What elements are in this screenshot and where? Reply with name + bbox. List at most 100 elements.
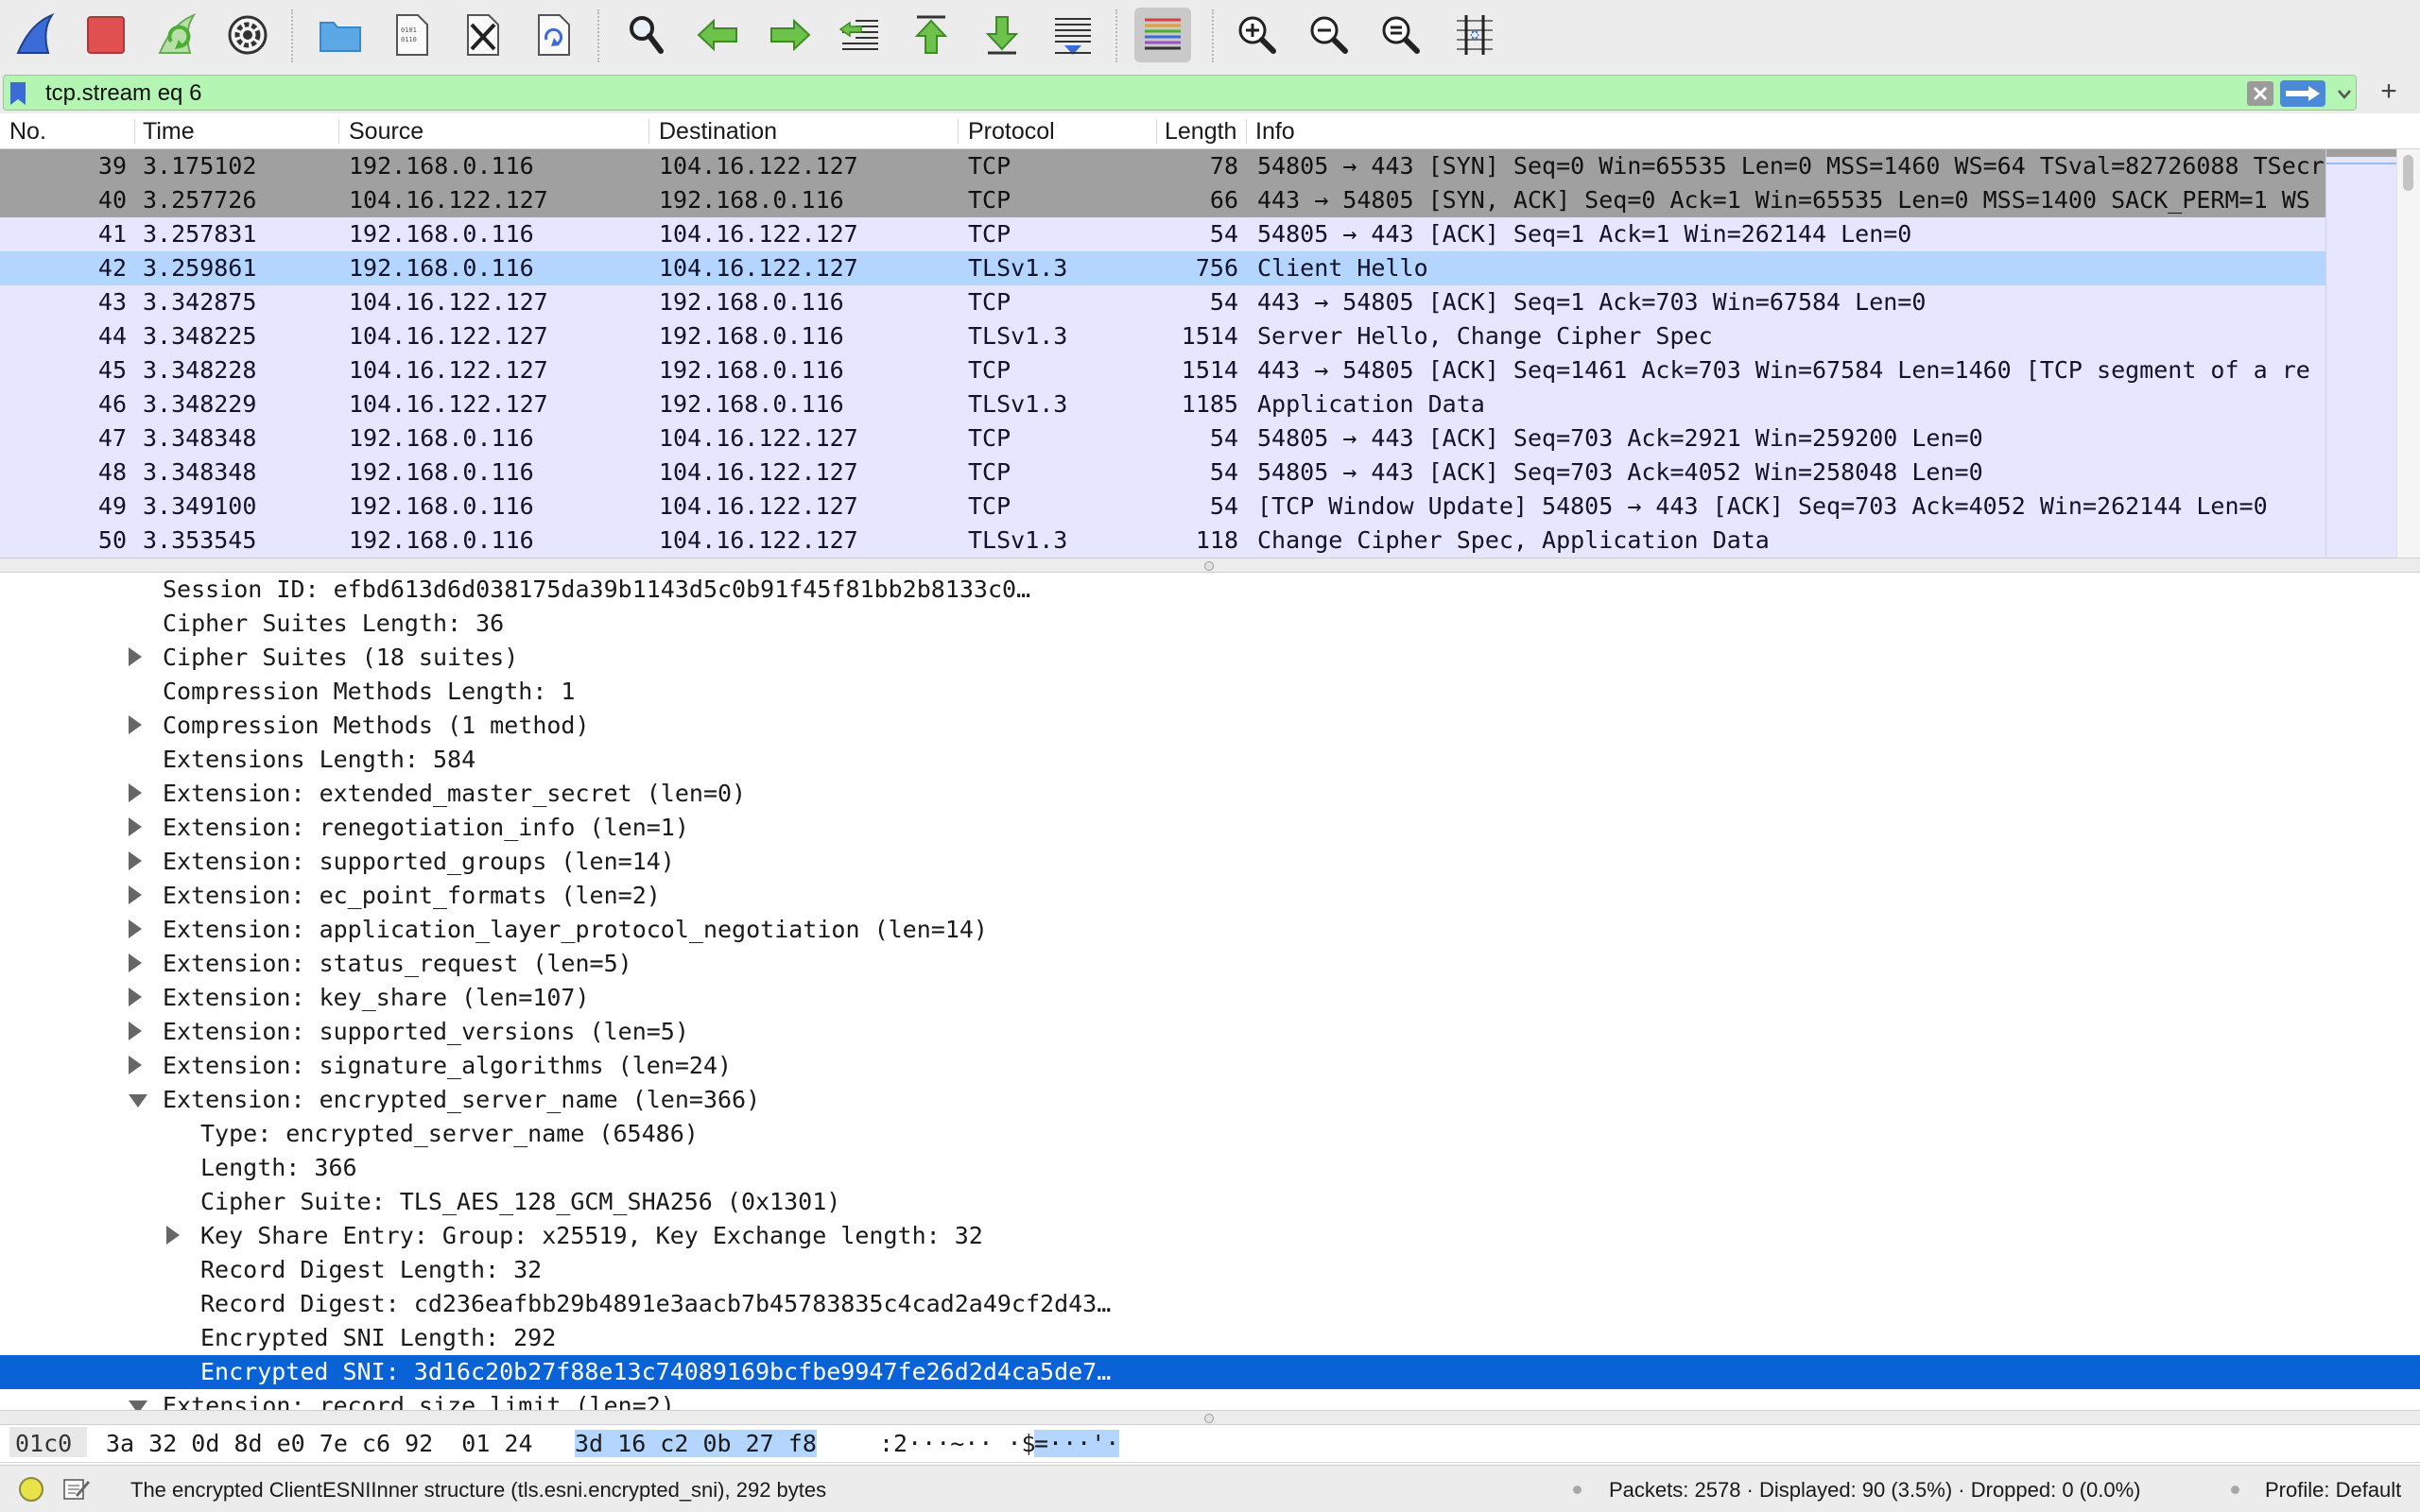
collapsed-triangle-icon[interactable] (129, 817, 142, 836)
zoom-in-icon[interactable] (1229, 8, 1286, 62)
zoom-out-icon[interactable] (1301, 8, 1357, 62)
tree-item[interactable]: Extensions Length: 584 (0, 743, 2420, 777)
column-header-info[interactable]: Info (1255, 118, 1295, 146)
apply-filter-icon[interactable] (2280, 80, 2325, 107)
column-header-destination[interactable]: Destination (659, 118, 777, 146)
tree-item[interactable]: Cipher Suites (18 suites) (0, 641, 2420, 675)
table-row[interactable]: 48 3.348348 192.168.0.116 104.16.122.127 TCP… (0, 455, 2325, 490)
resize-columns-icon[interactable] (1446, 8, 1503, 62)
tree-item[interactable]: Compression Methods (1 method) (0, 709, 2420, 743)
table-row[interactable]: 47 3.348348 192.168.0.116 104.16.122.127 TCP… (0, 421, 2325, 455)
column-header-no[interactable]: No. (9, 118, 46, 146)
go-forward-icon[interactable] (761, 8, 818, 62)
collapsed-triangle-icon[interactable] (129, 885, 142, 904)
tree-item[interactable]: Extension: supported_versions (len=5) (0, 1015, 2420, 1049)
hex-bytes[interactable]: 3a 32 0d 8d e0 7e c6 92 01 24 (106, 1430, 533, 1457)
bookmark-icon[interactable] (8, 81, 30, 106)
tree-item[interactable]: Extension: renegotiation_info (len=1) (0, 811, 2420, 845)
close-file-icon[interactable] (454, 8, 510, 62)
tree-item[interactable]: Key Share Entry: Group: x25519, Key Exch… (0, 1219, 2420, 1253)
normal-size-icon[interactable] (1373, 8, 1429, 62)
tree-item[interactable]: Length: 366 (0, 1151, 2420, 1185)
tree-item[interactable]: Record Digest Length: 32 (0, 1253, 2420, 1287)
pane-splitter[interactable] (0, 1410, 2420, 1425)
go-back-icon[interactable] (690, 8, 747, 62)
scrollbar-thumb[interactable] (2403, 155, 2413, 191)
collapsed-triangle-icon[interactable] (129, 988, 142, 1006)
column-header-time[interactable]: Time (143, 118, 195, 146)
collapsed-triangle-icon[interactable] (129, 715, 142, 734)
column-header-protocol[interactable]: Protocol (968, 118, 1055, 146)
tree-item[interactable]: Extension: signature_algorithms (len=24) (0, 1049, 2420, 1083)
tree-item[interactable]: Extension: supported_groups (len=14) (0, 845, 2420, 879)
column-header-length[interactable]: Length (1165, 118, 1240, 146)
packet-bytes-pane: 01c0 3a 32 0d 8d e0 7e c6 92 01 24 3d 16… (0, 1425, 2420, 1463)
table-row[interactable]: 40 3.257726 104.16.122.127 192.168.0.116 TCP… (0, 183, 2325, 217)
table-row[interactable]: 50 3.353545 192.168.0.116 104.16.122.127 TLS… (0, 524, 2325, 558)
restart-capture-icon[interactable] (149, 8, 206, 62)
table-row[interactable]: 39 3.175102 192.168.0.116 104.16.122.127 TCP… (0, 149, 2325, 183)
capture-options-icon[interactable] (219, 8, 276, 62)
expert-info-icon[interactable] (19, 1477, 43, 1502)
reload-file-icon[interactable] (525, 8, 581, 62)
tree-item[interactable]: Cipher Suite: TLS_AES_128_GCM_SHA256 (0x… (0, 1185, 2420, 1219)
tree-item[interactable]: Encrypted SNI: 3d16c20b27f88e13c74089169… (0, 1355, 2420, 1389)
save-file-icon[interactable]: 0101 0110 (383, 8, 440, 62)
expanded-triangle-icon[interactable] (129, 1094, 147, 1108)
expanded-triangle-icon[interactable] (129, 1400, 147, 1410)
colorize-icon[interactable] (1134, 8, 1191, 62)
collapsed-triangle-icon[interactable] (166, 1226, 180, 1245)
table-row[interactable]: 49 3.349100 192.168.0.116 104.16.122.127 TCP… (0, 490, 2325, 524)
collapsed-triangle-icon[interactable] (129, 851, 142, 870)
profile-selector[interactable]: Profile: Default (2265, 1478, 2401, 1503)
collapsed-triangle-icon[interactable] (129, 1056, 142, 1074)
tree-item[interactable]: Type: encrypted_server_name (65486) (0, 1117, 2420, 1151)
open-file-icon[interactable] (312, 8, 369, 62)
packet-minimap[interactable] (2325, 149, 2397, 558)
column-header-source[interactable]: Source (349, 118, 424, 146)
tree-item[interactable]: Extension: extended_master_secret (len=0… (0, 777, 2420, 811)
auto-scroll-icon[interactable] (1045, 8, 1101, 62)
first-packet-icon[interactable] (903, 8, 959, 62)
collapsed-triangle-icon[interactable] (129, 783, 142, 802)
tree-item[interactable]: Cipher Suites Length: 36 (0, 607, 2420, 641)
stop-capture-icon[interactable] (78, 8, 134, 62)
ascii-bytes[interactable]: :2···~·· ·$ (879, 1430, 1036, 1457)
find-packet-icon[interactable] (618, 8, 675, 62)
hex-bytes-highlighted[interactable]: 3d 16 c2 0b 27 f8 (575, 1430, 817, 1457)
tree-item[interactable]: Extension: record_size_limit (len=2) (0, 1389, 2420, 1410)
display-filter-input[interactable] (45, 79, 2220, 108)
tree-item[interactable]: Extension: encrypted_server_name (len=36… (0, 1083, 2420, 1117)
tree-item[interactable]: Encrypted SNI Length: 292 (0, 1321, 2420, 1355)
tree-item-label: Cipher Suites (18 suites) (163, 644, 519, 671)
collapsed-triangle-icon[interactable] (129, 1022, 142, 1040)
clear-filter-icon[interactable] (2247, 81, 2273, 106)
cell-info: [TCP Window Update] 54805 → 443 [ACK] Se… (1257, 492, 2268, 520)
add-filter-button[interactable]: + (2375, 77, 2403, 106)
tree-item[interactable]: Extension: status_request (len=5) (0, 947, 2420, 981)
table-row[interactable]: 42 3.259861 192.168.0.116 104.16.122.127 TLS… (0, 251, 2325, 285)
table-row[interactable]: 46 3.348229 104.16.122.127 192.168.0.116 TLS… (0, 387, 2325, 421)
shark-fin-start-icon[interactable] (8, 8, 64, 62)
edit-comment-icon[interactable] (62, 1477, 91, 1502)
ascii-bytes-highlighted[interactable]: =···'· (1034, 1430, 1120, 1457)
tree-item[interactable]: Extension: key_share (len=107) (0, 981, 2420, 1015)
collapsed-triangle-icon[interactable] (129, 647, 142, 666)
tree-item[interactable]: Session ID: efbd613d6d038175da39b1143d5c… (0, 573, 2420, 607)
collapsed-triangle-icon[interactable] (129, 919, 142, 938)
tree-item[interactable]: Record Digest: cd236eafbb29b4891e3aacb7b… (0, 1287, 2420, 1321)
tree-item[interactable]: Extension: ec_point_formats (len=2) (0, 879, 2420, 913)
pane-splitter[interactable] (0, 558, 2420, 573)
chevron-down-icon[interactable] (2335, 83, 2354, 104)
collapsed-triangle-icon[interactable] (129, 954, 142, 972)
packet-list: No. Time Source Destination Protocol Len… (0, 113, 2420, 558)
packet-list-scrollbar[interactable] (2396, 149, 2420, 558)
table-row[interactable]: 45 3.348228 104.16.122.127 192.168.0.116 TCP… (0, 353, 2325, 387)
tree-item[interactable]: Extension: application_layer_protocol_ne… (0, 913, 2420, 947)
tree-item[interactable]: Compression Methods Length: 1 (0, 675, 2420, 709)
go-to-packet-icon[interactable] (832, 8, 889, 62)
table-row[interactable]: 44 3.348225 104.16.122.127 192.168.0.116 TLS… (0, 319, 2325, 353)
table-row[interactable]: 41 3.257831 192.168.0.116 104.16.122.127 TCP… (0, 217, 2325, 251)
last-packet-icon[interactable] (974, 8, 1030, 62)
table-row[interactable]: 43 3.342875 104.16.122.127 192.168.0.116 TCP… (0, 285, 2325, 319)
